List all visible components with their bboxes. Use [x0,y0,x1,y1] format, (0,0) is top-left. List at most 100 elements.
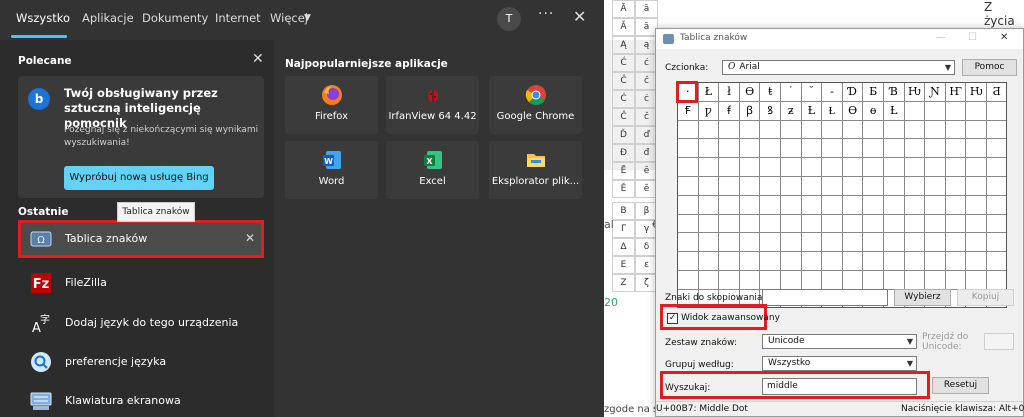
tab-apps[interactable]: Aplikacje [82,11,134,25]
app-tile-word[interactable]: W Word [285,141,378,199]
char-cell[interactable] [719,271,740,290]
char-cell[interactable] [842,195,864,215]
char-cell[interactable] [945,101,967,121]
char-cell[interactable] [842,177,864,196]
char-cell[interactable] [966,177,987,196]
char-cell[interactable] [987,215,1006,234]
char-cell[interactable]: ꞵ [739,101,761,121]
char-cell[interactable] [822,120,843,140]
char-cell[interactable] [801,214,823,234]
recent-item-on-screen-keyboard[interactable]: Klawiatura ekranowa [18,383,264,417]
char-cell[interactable] [822,158,843,177]
charset-select[interactable]: Unicode ▼ [762,334,917,349]
char-cell[interactable] [760,158,781,177]
char-cell[interactable] [781,139,802,159]
char-cell[interactable] [966,101,987,121]
char-cell[interactable]: Ɵ [842,101,864,121]
char-cell[interactable] [760,120,781,140]
app-tile-file-explorer[interactable]: Eksplorator plik... [489,141,582,199]
char-cell[interactable] [739,177,761,196]
char-cell[interactable] [719,252,740,271]
char-cell[interactable] [719,139,740,159]
char-cell[interactable]: ŧ [760,83,781,102]
char-cell[interactable] [987,271,1006,290]
char-cell[interactable]: Ҥ [945,83,967,102]
char-cell[interactable] [698,195,720,215]
char-cell[interactable] [966,139,987,159]
char-cell[interactable] [863,233,884,253]
char-cell[interactable] [781,252,802,271]
tab-more[interactable]: Więcej [270,11,308,25]
char-cell[interactable] [801,252,823,271]
char-cell[interactable] [925,271,946,290]
char-cell[interactable] [945,139,967,159]
char-cell[interactable] [842,120,864,140]
char-cell[interactable] [801,158,823,177]
copy-field[interactable] [762,289,888,306]
char-cell[interactable] [801,177,823,196]
char-cell[interactable] [945,120,967,140]
char-cell[interactable] [822,233,843,253]
char-cell[interactable] [945,177,967,196]
char-cell[interactable] [678,214,699,234]
char-cell[interactable] [760,214,781,234]
char-cell[interactable] [760,139,781,159]
char-cell[interactable]: ‐ [822,83,843,102]
select-button[interactable]: Wybierz [894,289,951,306]
char-cell[interactable]: Ƌ [987,83,1006,102]
char-cell[interactable] [698,158,720,177]
char-cell[interactable] [966,120,987,140]
char-cell[interactable] [904,214,926,234]
char-cell[interactable] [739,271,761,290]
char-cell[interactable]: Ƚ [884,101,905,121]
reset-button[interactable]: Resetuj [932,377,989,394]
close-icon[interactable]: ✕ [245,231,255,245]
char-cell[interactable] [719,214,740,234]
char-cell[interactable] [719,158,740,177]
char-cell[interactable] [884,158,905,177]
group-by-select[interactable]: Wszystko ▼ [762,356,917,371]
maximize-icon[interactable]: ☐ [968,32,977,43]
char-cell[interactable] [678,158,699,177]
char-cell[interactable] [966,252,987,271]
char-cell[interactable] [719,233,740,253]
char-cell[interactable] [966,195,987,215]
char-cell[interactable] [719,120,740,140]
char-cell[interactable] [925,195,946,215]
char-cell[interactable] [739,158,761,177]
app-tile-irfanview[interactable]: IrfanView 64 4.42 [386,76,479,134]
char-cell[interactable] [760,271,781,290]
char-cell[interactable]: Ƕ [904,83,926,102]
char-cell[interactable] [719,195,740,215]
char-cell[interactable]: ˙ [781,83,802,102]
char-cell[interactable] [925,120,946,140]
char-cell[interactable] [863,214,884,234]
tab-internet[interactable]: Internet [215,11,261,25]
char-cell[interactable] [801,233,823,253]
char-cell[interactable]: Ɫ [822,101,843,121]
minimize-icon[interactable]: — [936,32,946,43]
char-cell[interactable] [925,139,946,159]
char-cell[interactable] [739,233,761,253]
char-cell[interactable] [966,158,987,177]
recent-item-language-preferences[interactable]: preferencje języka [18,344,264,382]
char-cell[interactable] [945,233,967,253]
char-cell[interactable] [863,158,884,177]
char-cell[interactable] [904,233,926,253]
app-tile-chrome[interactable]: Google Chrome [489,76,582,134]
close-icon[interactable]: ✕ [1000,32,1008,43]
char-cell[interactable] [884,252,905,271]
char-cell[interactable] [966,233,987,253]
char-cell[interactable] [842,233,864,253]
char-cell[interactable] [863,195,884,215]
char-cell[interactable]: ƶ [781,101,802,121]
char-cell[interactable] [945,158,967,177]
char-cell[interactable] [822,177,843,196]
char-cell[interactable] [945,271,967,290]
char-cell[interactable] [801,195,823,215]
char-cell[interactable] [842,252,864,271]
char-cell[interactable] [904,101,926,121]
avatar[interactable]: T [497,7,521,31]
char-cell[interactable] [945,195,967,215]
char-cell[interactable] [925,101,946,121]
